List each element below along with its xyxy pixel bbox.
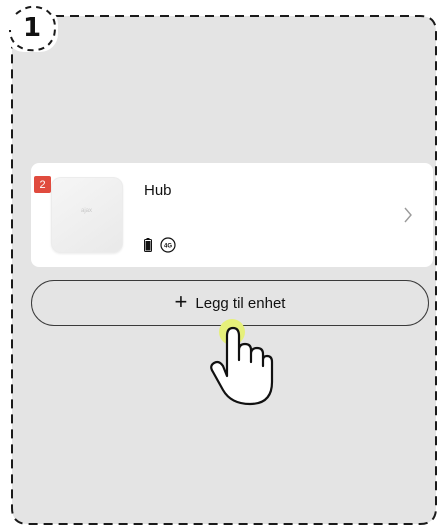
hub-device-card[interactable]: ajax 2 Hub 4G <box>31 163 433 267</box>
plus-icon: + <box>174 289 188 314</box>
chevron-right-icon[interactable] <box>403 207 413 223</box>
network-label: 4G <box>164 243 172 249</box>
hub-device-image: ajax <box>51 177 123 253</box>
step-number: 1 <box>22 13 42 43</box>
hand-cursor-icon <box>210 319 274 406</box>
battery-icon <box>144 238 152 252</box>
device-logo: ajax <box>81 208 93 214</box>
notification-count-badge: 2 <box>34 176 51 193</box>
device-name: Hub <box>144 182 172 199</box>
device-status-icons: 4G <box>144 237 176 253</box>
add-device-label: Legg til enhet <box>195 294 286 312</box>
4g-network-icon: 4G <box>160 237 176 253</box>
